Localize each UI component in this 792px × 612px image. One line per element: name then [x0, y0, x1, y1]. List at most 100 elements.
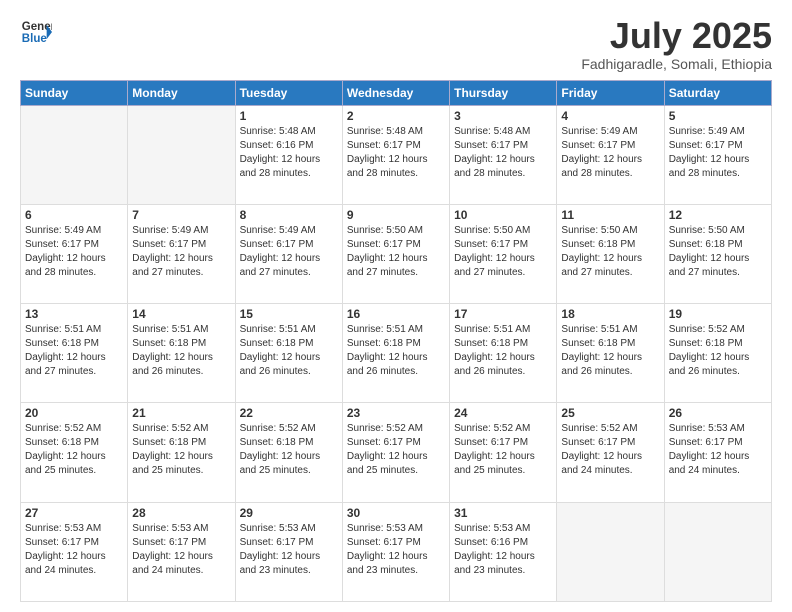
table-row: 24 Sunrise: 5:52 AM Sunset: 6:17 PM Dayli… [450, 403, 557, 502]
title-block: July 2025 Fadhigaradle, Somali, Ethiopia [581, 16, 772, 72]
day-number: 16 [347, 307, 445, 321]
table-row: 4 Sunrise: 5:49 AM Sunset: 6:17 PM Daylig… [557, 105, 664, 204]
day-info: Sunrise: 5:49 AM Sunset: 6:17 PM Dayligh… [561, 125, 659, 181]
day-info: Sunrise: 5:53 AM Sunset: 6:17 PM Dayligh… [132, 522, 230, 578]
day-info: Sunrise: 5:52 AM Sunset: 6:18 PM Dayligh… [132, 422, 230, 478]
table-row: 11Sunrise: 5:50 AM Sunset: 6:18 PM Dayli… [557, 204, 664, 303]
day-info: Sunrise: 5:53 AM Sunset: 6:17 PM Dayligh… [669, 422, 767, 478]
day-info: Sunrise: 5:53 AM Sunset: 6:17 PM Dayligh… [25, 522, 123, 578]
day-info: Sunrise: 5:49 AM Sunset: 6:17 PM Dayligh… [240, 224, 338, 280]
col-thursday: Thursday [450, 80, 557, 105]
day-info: Sunrise: 5:52 AM Sunset: 6:17 PM Dayligh… [454, 422, 552, 478]
day-number: 24 [454, 406, 552, 420]
table-row: 3 Sunrise: 5:48 AM Sunset: 6:17 PM Daylig… [450, 105, 557, 204]
day-info: Sunrise: 5:50 AM Sunset: 6:18 PM Dayligh… [561, 224, 659, 280]
table-row: 16Sunrise: 5:51 AM Sunset: 6:18 PM Dayli… [342, 304, 449, 403]
day-info: Sunrise: 5:51 AM Sunset: 6:18 PM Dayligh… [25, 323, 123, 379]
day-info: Sunrise: 5:53 AM Sunset: 6:17 PM Dayligh… [240, 522, 338, 578]
day-number: 7 [132, 208, 230, 222]
table-row: 14Sunrise: 5:51 AM Sunset: 6:18 PM Dayli… [128, 304, 235, 403]
table-row: 10 Sunrise: 5:50 AM Sunset: 6:17 PM Dayli… [450, 204, 557, 303]
day-number: 29 [240, 506, 338, 520]
table-row: 20Sunrise: 5:52 AM Sunset: 6:18 PM Dayli… [21, 403, 128, 502]
header: General Blue July 2025 Fadhigaradle, Som… [20, 16, 772, 72]
day-number: 26 [669, 406, 767, 420]
table-row [21, 105, 128, 204]
day-number: 4 [561, 109, 659, 123]
day-info: Sunrise: 5:49 AM Sunset: 6:17 PM Dayligh… [132, 224, 230, 280]
day-info: Sunrise: 5:48 AM Sunset: 6:17 PM Dayligh… [347, 125, 445, 181]
calendar-header: Sunday Monday Tuesday Wednesday Thursday… [21, 80, 772, 105]
day-number: 20 [25, 406, 123, 420]
table-row: 28 Sunrise: 5:53 AM Sunset: 6:17 PM Dayli… [128, 502, 235, 601]
day-info: Sunrise: 5:52 AM Sunset: 6:18 PM Dayligh… [240, 422, 338, 478]
day-number: 5 [669, 109, 767, 123]
table-row: 15 Sunrise: 5:51 AM Sunset: 6:18 PM Dayli… [235, 304, 342, 403]
table-row: 2 Sunrise: 5:48 AM Sunset: 6:17 PM Daylig… [342, 105, 449, 204]
day-info: Sunrise: 5:51 AM Sunset: 6:18 PM Dayligh… [240, 323, 338, 379]
day-number: 19 [669, 307, 767, 321]
day-number: 14 [132, 307, 230, 321]
day-number: 3 [454, 109, 552, 123]
table-row: 21 Sunrise: 5:52 AM Sunset: 6:18 PM Dayli… [128, 403, 235, 502]
calendar-week-row: 27 Sunrise: 5:53 AM Sunset: 6:17 PM Dayli… [21, 502, 772, 601]
day-number: 12 [669, 208, 767, 222]
day-info: Sunrise: 5:52 AM Sunset: 6:18 PM Dayligh… [669, 323, 767, 379]
table-row: 5 Sunrise: 5:49 AM Sunset: 6:17 PM Daylig… [664, 105, 771, 204]
day-info: Sunrise: 5:49 AM Sunset: 6:17 PM Dayligh… [25, 224, 123, 280]
day-number: 1 [240, 109, 338, 123]
calendar-body: 1 Sunrise: 5:48 AM Sunset: 6:16 PM Daylig… [21, 105, 772, 601]
calendar-week-row: 13Sunrise: 5:51 AM Sunset: 6:18 PM Dayli… [21, 304, 772, 403]
day-info: Sunrise: 5:52 AM Sunset: 6:17 PM Dayligh… [347, 422, 445, 478]
month-title: July 2025 [581, 16, 772, 56]
table-row: 9 Sunrise: 5:50 AM Sunset: 6:17 PM Daylig… [342, 204, 449, 303]
table-row [557, 502, 664, 601]
table-row: 1 Sunrise: 5:48 AM Sunset: 6:16 PM Daylig… [235, 105, 342, 204]
day-number: 27 [25, 506, 123, 520]
table-row: 23 Sunrise: 5:52 AM Sunset: 6:17 PM Dayli… [342, 403, 449, 502]
table-row: 29 Sunrise: 5:53 AM Sunset: 6:17 PM Dayli… [235, 502, 342, 601]
table-row: 7 Sunrise: 5:49 AM Sunset: 6:17 PM Daylig… [128, 204, 235, 303]
col-tuesday: Tuesday [235, 80, 342, 105]
col-saturday: Saturday [664, 80, 771, 105]
day-info: Sunrise: 5:48 AM Sunset: 6:17 PM Dayligh… [454, 125, 552, 181]
day-number: 21 [132, 406, 230, 420]
day-info: Sunrise: 5:50 AM Sunset: 6:17 PM Dayligh… [347, 224, 445, 280]
day-number: 8 [240, 208, 338, 222]
day-info: Sunrise: 5:50 AM Sunset: 6:17 PM Dayligh… [454, 224, 552, 280]
day-number: 2 [347, 109, 445, 123]
location: Fadhigaradle, Somali, Ethiopia [581, 56, 772, 72]
table-row: 19 Sunrise: 5:52 AM Sunset: 6:18 PM Dayli… [664, 304, 771, 403]
day-info: Sunrise: 5:51 AM Sunset: 6:18 PM Dayligh… [561, 323, 659, 379]
day-number: 10 [454, 208, 552, 222]
day-number: 17 [454, 307, 552, 321]
col-friday: Friday [557, 80, 664, 105]
page: General Blue July 2025 Fadhigaradle, Som… [0, 0, 792, 612]
table-row: 18Sunrise: 5:51 AM Sunset: 6:18 PM Dayli… [557, 304, 664, 403]
day-number: 23 [347, 406, 445, 420]
day-info: Sunrise: 5:48 AM Sunset: 6:16 PM Dayligh… [240, 125, 338, 181]
col-sunday: Sunday [21, 80, 128, 105]
table-row: 13Sunrise: 5:51 AM Sunset: 6:18 PM Dayli… [21, 304, 128, 403]
table-row: 17Sunrise: 5:51 AM Sunset: 6:18 PM Dayli… [450, 304, 557, 403]
day-info: Sunrise: 5:53 AM Sunset: 6:16 PM Dayligh… [454, 522, 552, 578]
table-row [664, 502, 771, 601]
day-number: 15 [240, 307, 338, 321]
header-row: Sunday Monday Tuesday Wednesday Thursday… [21, 80, 772, 105]
col-wednesday: Wednesday [342, 80, 449, 105]
logo: General Blue [20, 16, 52, 48]
day-number: 6 [25, 208, 123, 222]
day-info: Sunrise: 5:53 AM Sunset: 6:17 PM Dayligh… [347, 522, 445, 578]
day-info: Sunrise: 5:49 AM Sunset: 6:17 PM Dayligh… [669, 125, 767, 181]
calendar-week-row: 20 Sunrise: 5:52 AM Sunset: 6:18 PM Dayli… [21, 403, 772, 502]
table-row: 22Sunrise: 5:52 AM Sunset: 6:18 PM Dayli… [235, 403, 342, 502]
table-row [128, 105, 235, 204]
calendar-week-row: 6 Sunrise: 5:49 AM Sunset: 6:17 PM Daylig… [21, 204, 772, 303]
day-number: 9 [347, 208, 445, 222]
table-row: 6 Sunrise: 5:49 AM Sunset: 6:17 PM Daylig… [21, 204, 128, 303]
col-monday: Monday [128, 80, 235, 105]
day-info: Sunrise: 5:50 AM Sunset: 6:18 PM Dayligh… [669, 224, 767, 280]
calendar-table: Sunday Monday Tuesday Wednesday Thursday… [20, 80, 772, 602]
day-number: 25 [561, 406, 659, 420]
day-number: 28 [132, 506, 230, 520]
